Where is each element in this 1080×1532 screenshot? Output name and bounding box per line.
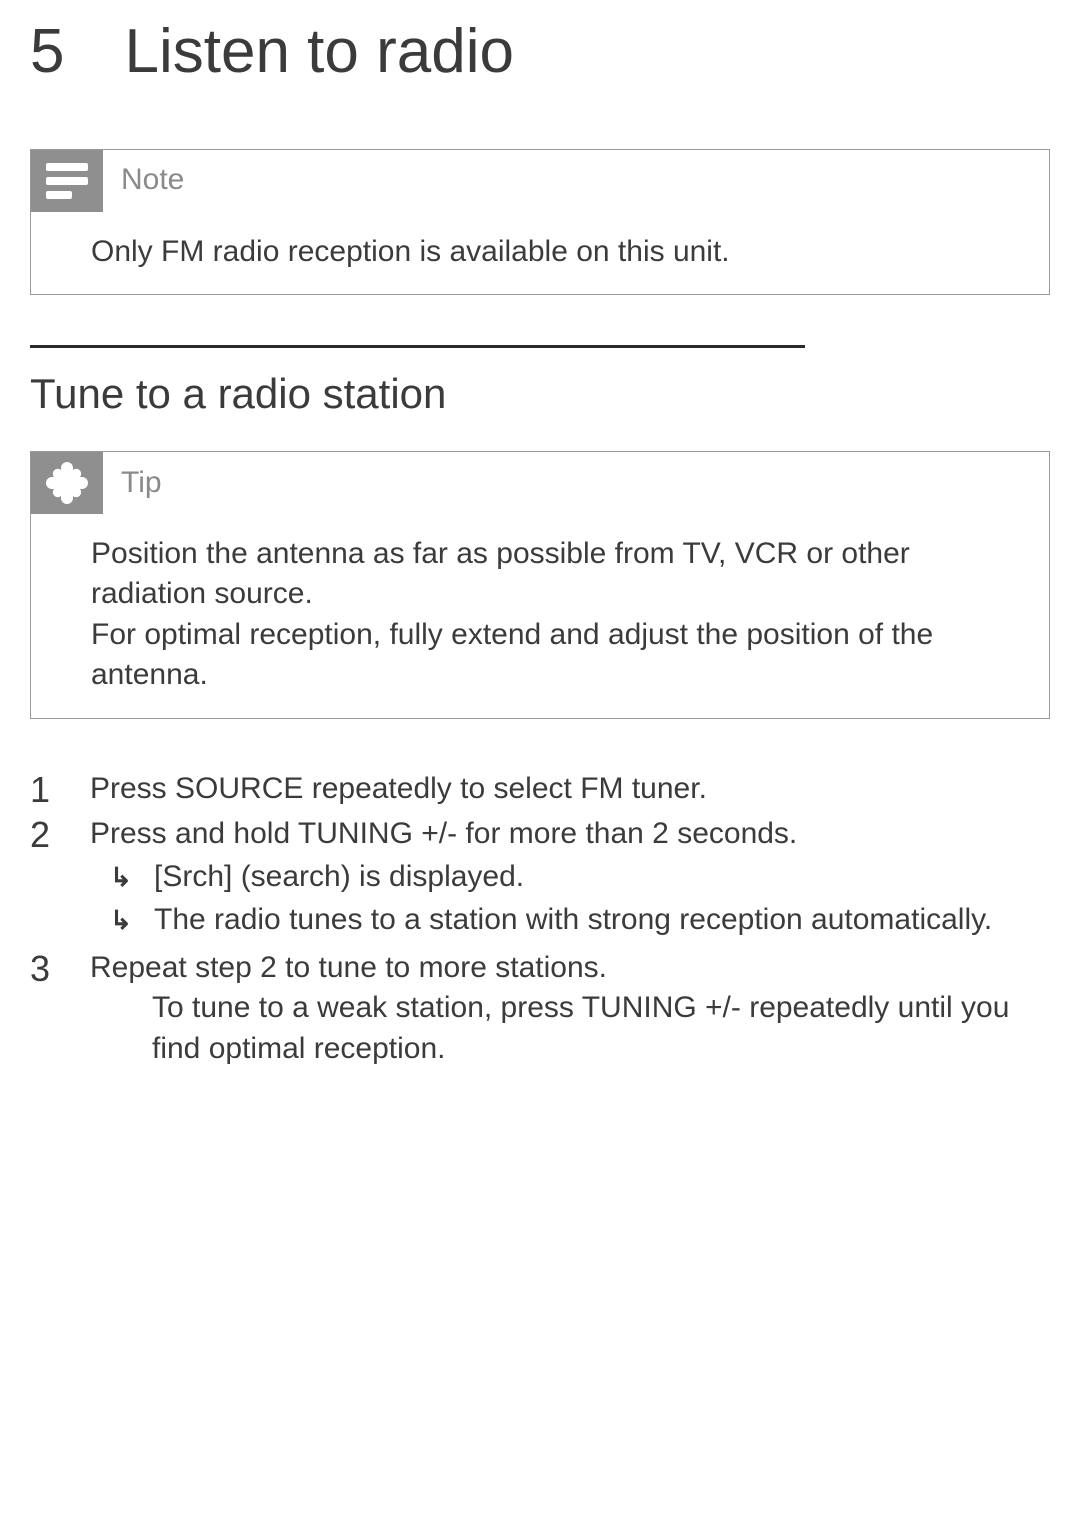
section-divider <box>30 345 805 348</box>
section-title: Tune to a radio station <box>30 366 1050 423</box>
step-number: 1 <box>30 769 90 810</box>
tip-callout: Tip Position the antenna as far as possi… <box>30 451 1050 719</box>
result-item: ↳ [Srch] (search) is displayed. <box>90 857 1050 899</box>
result-text: The radio tunes to a station with strong… <box>154 900 992 941</box>
asterisk-icon <box>31 452 103 514</box>
step-results: ↳ [Srch] (search) is displayed. ↳ The ra… <box>90 857 1050 942</box>
chapter-number: 5 <box>30 10 64 94</box>
step-text: Press and hold TUNING +/- for more than … <box>90 814 1050 855</box>
step-text: Repeat step 2 to tune to more stations. <box>90 948 1050 989</box>
result-arrow-icon: ↳ <box>110 857 154 899</box>
step-number: 3 <box>30 948 90 989</box>
note-callout: Note Only FM radio reception is availabl… <box>30 149 1050 296</box>
note-header: Note <box>31 150 1049 212</box>
result-item: ↳ The radio tunes to a station with stro… <box>90 900 1050 942</box>
chapter-heading: 5 Listen to radio <box>30 10 1050 94</box>
chapter-title-text: Listen to radio <box>124 10 513 94</box>
step-number: 2 <box>30 814 90 855</box>
result-arrow-icon: ↳ <box>110 900 154 942</box>
step-1: 1 Press SOURCE repeatedly to select FM t… <box>30 769 1050 810</box>
tip-header: Tip <box>31 452 1049 514</box>
tip-body: Position the antenna as far as possible … <box>31 514 1049 718</box>
tip-label: Tip <box>121 463 162 504</box>
note-body: Only FM radio reception is available on … <box>31 212 1049 295</box>
step-3: 3 Repeat step 2 to tune to more stations… <box>30 948 1050 1070</box>
note-icon <box>31 150 103 212</box>
result-text: [Srch] (search) is displayed. <box>154 857 524 898</box>
step-subtext: To tune to a weak station, press TUNING … <box>90 988 1050 1069</box>
step-2: 2 Press and hold TUNING +/- for more tha… <box>30 814 1050 944</box>
step-text: Press SOURCE repeatedly to select FM tun… <box>90 769 1050 810</box>
note-label: Note <box>121 160 184 201</box>
steps-list: 1 Press SOURCE repeatedly to select FM t… <box>30 769 1050 1070</box>
